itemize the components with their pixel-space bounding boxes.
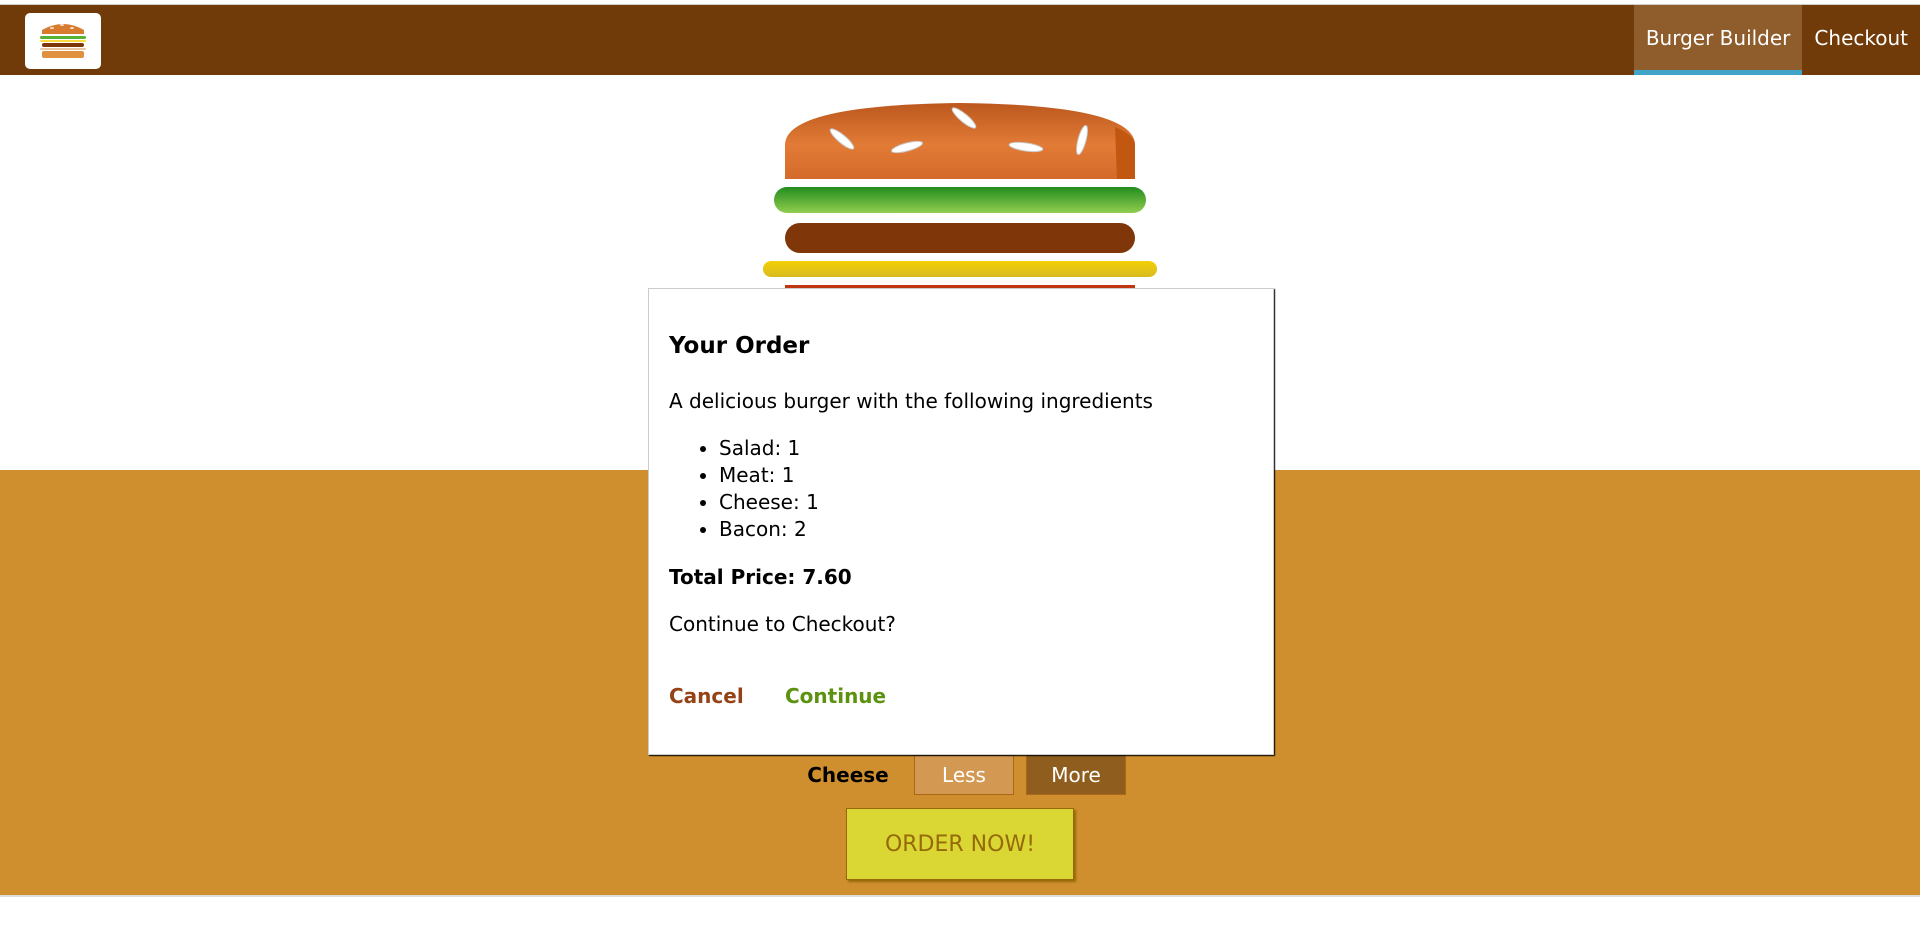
nav-checkout[interactable]: Checkout [1802,5,1920,75]
list-item: Salad: 1 [719,435,819,462]
less-button[interactable]: Less [914,755,1014,795]
list-item: Cheese: 1 [719,489,819,516]
more-button[interactable]: More [1026,755,1126,795]
list-item: Meat: 1 [719,462,819,489]
ingredient-list: Salad: 1 Meat: 1 Cheese: 1 Bacon: 2 [719,435,819,543]
modal-title: Your Order [669,333,810,359]
main-nav: Burger Builder Checkout [1633,5,1920,75]
control-row-cheese: Cheese Less More [0,755,1920,795]
order-summary-modal: Your Order A delicious burger with the f… [648,288,1274,755]
footer-divider [0,895,1920,897]
total-price: Total Price: 7.60 [669,565,852,589]
toolbar: Burger Builder Checkout [0,5,1920,75]
cancel-button[interactable]: Cancel [669,684,744,708]
salad-layer [774,187,1146,213]
list-item: Bacon: 2 [719,516,819,543]
nav-burger-builder[interactable]: Burger Builder [1633,5,1803,75]
order-now-button[interactable]: ORDER NOW! [846,808,1074,880]
burger-logo-icon[interactable] [25,13,101,69]
modal-description: A delicious burger with the following in… [669,389,1153,413]
continue-button[interactable]: Continue [785,684,886,708]
checkout-question: Continue to Checkout? [669,612,896,636]
control-label: Cheese [807,763,889,787]
cheese-layer [763,261,1157,277]
meat-layer [785,223,1135,253]
